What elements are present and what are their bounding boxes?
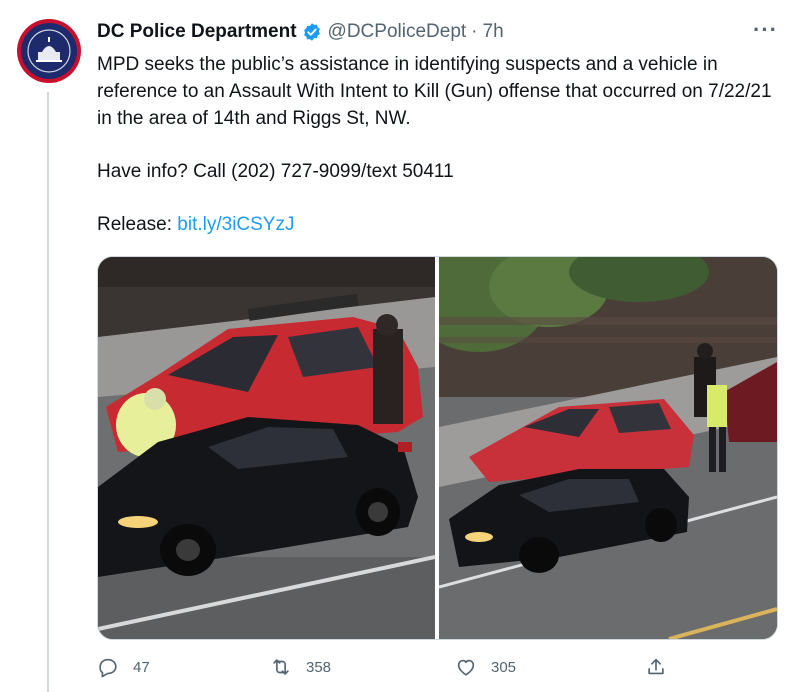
tweet-actions: 47 358 305 <box>97 650 697 684</box>
avatar[interactable] <box>17 19 81 83</box>
tweet-card[interactable]: DC Police Department @DCPoliceDept · 7h … <box>0 0 800 692</box>
photo-suspects-red-car-close <box>98 257 435 639</box>
tweet-text-paragraph-1: MPD seeks the public’s assistance in ide… <box>97 54 772 129</box>
like-button[interactable]: 305 <box>455 650 516 684</box>
author-handle[interactable]: @DCPoliceDept <box>328 21 467 43</box>
release-link[interactable]: bit.ly/3iCSYzJ <box>177 214 294 235</box>
media-grid <box>97 256 778 640</box>
capitol-seal-icon <box>27 29 71 73</box>
verified-badge-icon <box>303 23 320 41</box>
reply-count: 47 <box>133 658 150 676</box>
reply-icon <box>99 658 117 678</box>
reply-button[interactable]: 47 <box>97 650 150 684</box>
author-name[interactable]: DC Police Department <box>97 21 297 43</box>
dc-police-seal <box>21 23 77 79</box>
share-icon <box>648 658 664 675</box>
release-label: Release: <box>97 214 178 235</box>
like-icon <box>457 659 475 676</box>
thread-line <box>47 92 49 692</box>
tweet-text-paragraph-3: Release: bit.ly/3iCSYzJ <box>97 211 787 238</box>
tweet-time[interactable]: 7h <box>483 21 504 43</box>
retweet-button[interactable]: 358 <box>270 650 331 684</box>
media-photo-left[interactable] <box>98 257 435 639</box>
tweet-text: MPD seeks the public’s assistance in ide… <box>97 51 787 238</box>
separator-dot: · <box>471 21 478 42</box>
retweet-count: 358 <box>306 658 332 676</box>
photo-suspects-street-wide <box>439 257 777 639</box>
more-icon[interactable]: ··· <box>753 17 778 43</box>
share-button[interactable] <box>645 650 667 684</box>
media-photo-right[interactable] <box>439 257 777 639</box>
tweet-text-paragraph-2: Have info? Call (202) 727-9099/text 5041… <box>97 161 454 182</box>
tweet-header: DC Police Department @DCPoliceDept · 7h <box>97 18 787 46</box>
retweet-icon <box>273 659 289 675</box>
like-count: 305 <box>491 658 517 676</box>
